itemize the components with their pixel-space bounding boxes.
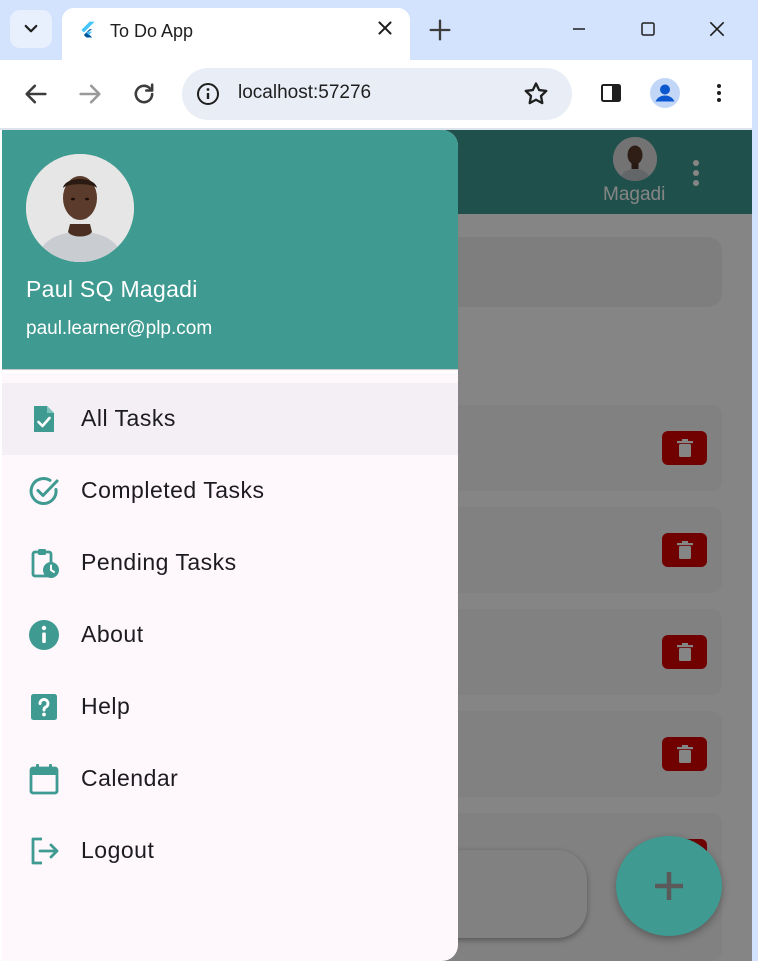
calendar-icon — [29, 764, 59, 795]
drawer-item-about[interactable]: About — [2, 599, 458, 671]
drawer-item-label: Help — [81, 693, 131, 719]
drawer-item-completed-tasks[interactable]: Completed Tasks — [2, 455, 458, 527]
close-icon — [709, 21, 725, 37]
logout-icon — [31, 837, 59, 865]
maximize-button[interactable] — [633, 14, 663, 44]
drawer-divider — [2, 371, 458, 373]
browser-tab-active[interactable]: To Do App — [62, 8, 410, 60]
minimize-icon — [573, 28, 585, 30]
browser-toolbar: localhost:57276 — [0, 60, 752, 128]
side-panel-button[interactable] — [596, 78, 626, 108]
window-edge — [752, 0, 758, 961]
tab-search-button[interactable] — [10, 10, 52, 48]
bookmark-star-icon[interactable] — [522, 80, 550, 108]
task-file-icon — [34, 406, 54, 432]
profile-avatar-icon — [650, 78, 680, 108]
more-vert-icon — [717, 84, 721, 102]
drawer-item-label: About — [81, 621, 144, 647]
minimize-button[interactable] — [564, 14, 594, 44]
person-photo-icon — [26, 154, 134, 262]
drawer-item-all-tasks[interactable]: All Tasks — [2, 383, 458, 455]
tab-title: To Do App — [110, 21, 194, 41]
add-task-fab[interactable] — [616, 836, 722, 936]
add-icon — [655, 872, 683, 900]
site-info-icon[interactable] — [196, 82, 220, 106]
clipboard-clock-icon — [31, 549, 59, 578]
drawer-item-label: All Tasks — [81, 405, 176, 431]
tab-strip: To Do App — [0, 0, 752, 60]
side-panel-icon — [601, 84, 621, 102]
drawer-item-label: Logout — [81, 837, 155, 863]
close-window-button[interactable] — [702, 14, 732, 44]
drawer-item-logout[interactable]: Logout — [2, 815, 458, 887]
chevron-down-icon — [24, 24, 38, 33]
address-bar[interactable]: localhost:57276 — [182, 68, 572, 120]
profile-avatar[interactable] — [26, 154, 134, 262]
navigation-drawer: Paul SQ Magadi paul.learner@plp.com All … — [2, 130, 458, 961]
check-circle-icon — [29, 477, 59, 506]
back-arrow-icon[interactable] — [22, 80, 50, 108]
help-icon — [31, 694, 57, 720]
drawer-header: Paul SQ Magadi paul.learner@plp.com — [2, 130, 458, 370]
profile-name: Paul SQ Magadi — [26, 276, 198, 302]
flutter-icon — [81, 21, 95, 38]
reload-icon[interactable] — [130, 80, 158, 108]
forward-arrow-icon[interactable] — [76, 80, 104, 108]
maximize-icon — [641, 22, 655, 36]
profile-email: paul.learner@plp.com — [26, 318, 213, 339]
close-tab-icon[interactable] — [374, 17, 396, 39]
url-text: localhost:57276 — [238, 82, 372, 103]
drawer-item-pending-tasks[interactable]: Pending Tasks — [2, 527, 458, 599]
new-tab-icon[interactable] — [426, 16, 454, 44]
browser-menu-button[interactable] — [704, 78, 734, 108]
drawer-item-calendar[interactable]: Calendar — [2, 743, 458, 815]
drawer-item-label: Pending Tasks — [81, 549, 237, 575]
profile-button[interactable] — [650, 78, 680, 108]
info-icon — [29, 620, 59, 650]
drawer-item-help[interactable]: Help — [2, 671, 458, 743]
drawer-item-label: Completed Tasks — [81, 477, 265, 503]
drawer-item-label: Calendar — [81, 765, 179, 791]
